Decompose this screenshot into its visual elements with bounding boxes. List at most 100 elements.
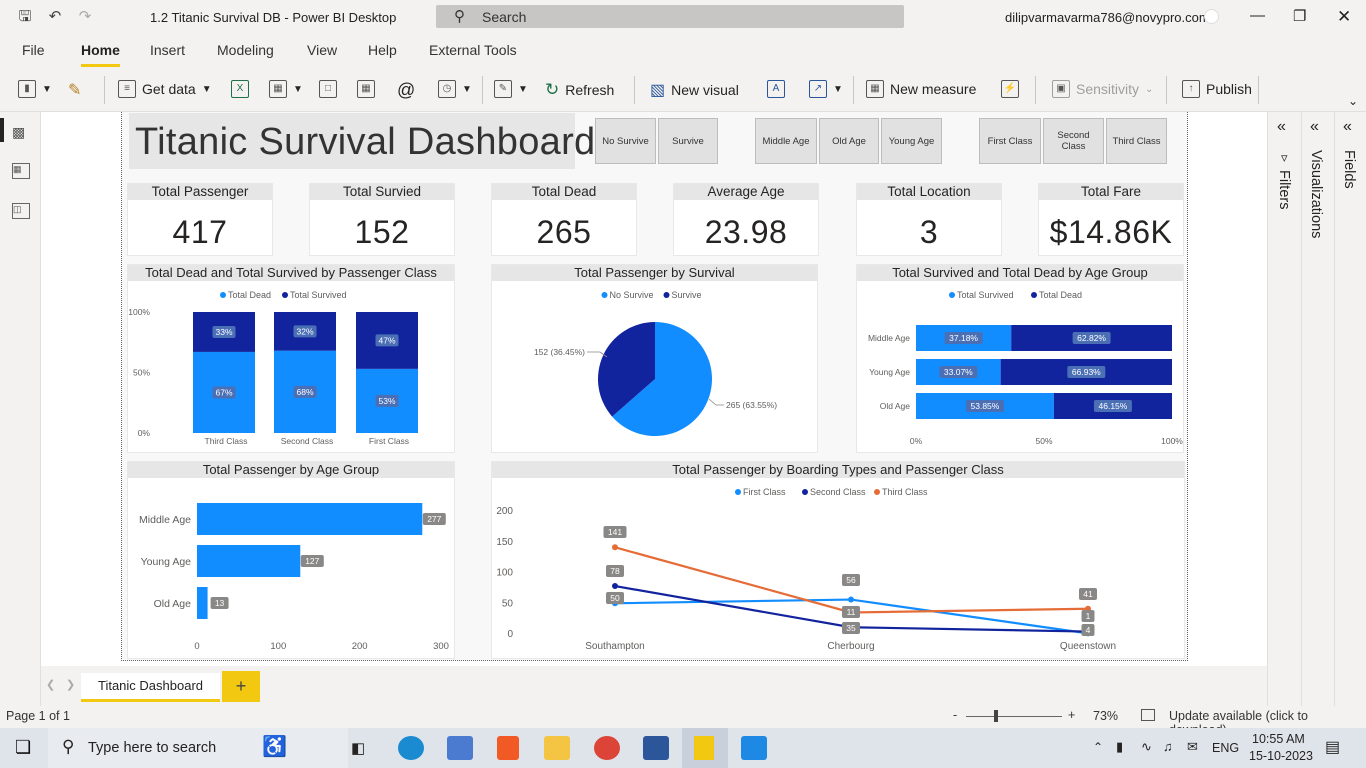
slicer-first-class[interactable]: First Class (979, 118, 1041, 164)
clock-date[interactable]: 15-10-2023 (1249, 749, 1313, 763)
prev-page-icon[interactable]: ❮ (46, 678, 55, 691)
menu-file[interactable]: File (22, 42, 45, 58)
model-view-icon[interactable]: ◫ (12, 203, 30, 219)
more-visuals-button[interactable]: ↗ ▼ (809, 80, 843, 98)
minimize-icon[interactable]: — (1250, 7, 1265, 24)
refresh-button[interactable]: ↻ Refresh (545, 80, 614, 100)
transform-data-button[interactable]: ◷ ▼ (438, 80, 472, 98)
slicer-middle-age[interactable]: Middle Age (755, 118, 817, 164)
zoom-out-button[interactable]: - (953, 708, 957, 722)
add-page-button[interactable]: + (222, 671, 260, 702)
windows-start-icon[interactable]: ❏ (15, 737, 31, 758)
redo-icon[interactable]: ↷ (76, 8, 94, 26)
kpi-card-total-location[interactable]: Total Location 3 (856, 183, 1002, 256)
zoom-slider-thumb[interactable] (994, 710, 998, 722)
chrome-icon[interactable] (594, 736, 620, 760)
new-measure-button[interactable]: ▦ New measure (866, 80, 976, 98)
chart-passenger-by-age-group[interactable]: Total Passenger by Age Group 277 Middle A… (127, 461, 455, 659)
data-label: 47% (378, 335, 395, 345)
close-icon[interactable]: ✕ (1337, 7, 1351, 27)
menu-modeling[interactable]: Modeling (217, 42, 274, 58)
menu-view[interactable]: View (307, 42, 337, 58)
kpi-card-total-survived[interactable]: Total Survied 152 (309, 183, 455, 256)
slicer-old-age[interactable]: Old Age (819, 118, 879, 164)
dataset-button[interactable]: ▦ ▼ (269, 80, 303, 98)
language-indicator[interactable]: ENG (1212, 741, 1239, 755)
report-view-icon[interactable]: ▩ (12, 124, 30, 140)
text-box-button[interactable]: A (767, 80, 785, 98)
avatar[interactable] (1204, 9, 1219, 24)
get-data-label: Get data (142, 81, 196, 97)
chart-passenger-by-survival[interactable]: Total Passenger by Survival No Survive Su… (491, 264, 818, 453)
zoom-in-button[interactable]: + (1068, 708, 1075, 722)
user-account[interactable]: dilipvarmavarma786@novypro.com (1005, 10, 1210, 25)
collapse-fields-icon[interactable]: « (1343, 118, 1352, 136)
chart-dead-survived-by-class[interactable]: Total Dead and Total Survived by Passeng… (127, 264, 455, 453)
x-tick-label: Southampton (585, 641, 645, 652)
slicer-young-age[interactable]: Young Age (881, 118, 942, 164)
format-painter-button[interactable]: ✎ (68, 80, 81, 100)
kpi-card-total-dead[interactable]: Total Dead 265 (491, 183, 637, 256)
restore-icon[interactable]: ❐ (1293, 7, 1306, 25)
wifi-icon[interactable]: ∿ (1141, 739, 1152, 755)
dataverse-button[interactable]: □ (319, 80, 337, 98)
volume-icon[interactable]: ♫ (1163, 739, 1173, 754)
chart-icon: ▧ (650, 82, 666, 99)
taskbar-search[interactable]: ⚲ Type here to search ♿ (48, 728, 348, 768)
recent-sources-button[interactable]: @ (397, 80, 415, 101)
menu-insert[interactable]: Insert (150, 42, 185, 58)
meet-now-icon[interactable]: ✉ (1187, 739, 1198, 755)
paste-button[interactable]: ▮ ▼ (18, 80, 52, 98)
publish-button[interactable]: ↑ Publish (1182, 80, 1252, 98)
store-icon[interactable] (447, 736, 473, 760)
get-data-button[interactable]: ≡ Get data ▼ (118, 80, 212, 98)
edit-queries-button[interactable]: ✎ ▼ (494, 80, 528, 98)
slicer-second-class[interactable]: Second Class (1043, 118, 1104, 164)
new-visual-button[interactable]: ▧ New visual (650, 80, 739, 100)
page-tab-titanic-dashboard[interactable]: Titanic Dashboard (81, 673, 220, 702)
y-tick-label: Young Age (869, 367, 910, 377)
visualizations-pane-label[interactable]: Visualizations (1308, 150, 1324, 238)
legend-marker (874, 489, 880, 495)
file-explorer-icon[interactable] (544, 736, 570, 760)
clock-time[interactable]: 10:55 AM (1252, 732, 1305, 746)
menu-home[interactable]: Home (81, 42, 120, 58)
show-hidden-icons[interactable]: ⌃ (1093, 740, 1103, 754)
battery-icon[interactable]: ▮ (1116, 739, 1123, 755)
quick-measure-button[interactable]: ⚡ (1001, 80, 1019, 98)
slicer-no-survive[interactable]: No Survive (595, 118, 656, 164)
menu-external-tools[interactable]: External Tools (429, 42, 517, 58)
edge-icon[interactable] (398, 736, 424, 760)
chart-passenger-by-boarding[interactable]: Total Passenger by Boarding Types and Pa… (491, 461, 1185, 659)
kpi-card-total-passenger[interactable]: Total Passenger 417 (127, 183, 273, 256)
table-view-icon[interactable]: ▦ (12, 163, 30, 179)
collapse-filters-icon[interactable]: « (1277, 118, 1286, 136)
undo-icon[interactable]: ↶ (46, 8, 64, 26)
fields-pane-label[interactable]: Fields (1341, 150, 1357, 189)
task-view-icon[interactable]: ◧ (351, 739, 365, 757)
slicer-survive[interactable]: Survive (658, 118, 718, 164)
fit-to-page-icon[interactable] (1141, 709, 1155, 721)
kpi-card-total-fare[interactable]: Total Fare $14.86K (1038, 183, 1184, 256)
zoom-slider[interactable] (966, 716, 1062, 717)
sensitivity-button[interactable]: ▣ Sensitivity ⌄ (1052, 80, 1153, 98)
excel-button[interactable]: X (231, 80, 249, 98)
kpi-card-average-age[interactable]: Average Age 23.98 (673, 183, 819, 256)
notification-icon[interactable]: ▤ (1325, 737, 1340, 757)
next-page-icon[interactable]: ❯ (66, 678, 75, 691)
search-input[interactable]: ⚲ Search (436, 5, 904, 28)
collapse-ribbon-icon[interactable]: ⌄ (1348, 94, 1358, 108)
menu-help[interactable]: Help (368, 42, 397, 58)
chart-survived-dead-by-age[interactable]: Total Survived and Total Dead by Age Gro… (856, 264, 1184, 453)
collapse-visualizations-icon[interactable]: « (1310, 118, 1319, 136)
photos-icon[interactable] (741, 736, 767, 760)
slicer-third-class[interactable]: Third Class (1106, 118, 1167, 164)
powerbi-taskbar-active[interactable] (682, 728, 728, 768)
clock-icon: ◷ (438, 80, 456, 98)
brave-icon[interactable] (497, 736, 519, 760)
filters-pane-label[interactable]: Filters (1276, 170, 1292, 209)
save-icon[interactable]: 🖫 (16, 8, 34, 26)
x-tick-label: Queenstown (1060, 641, 1116, 652)
word-icon[interactable] (643, 736, 669, 760)
enter-data-button[interactable]: ▦ (357, 80, 375, 98)
